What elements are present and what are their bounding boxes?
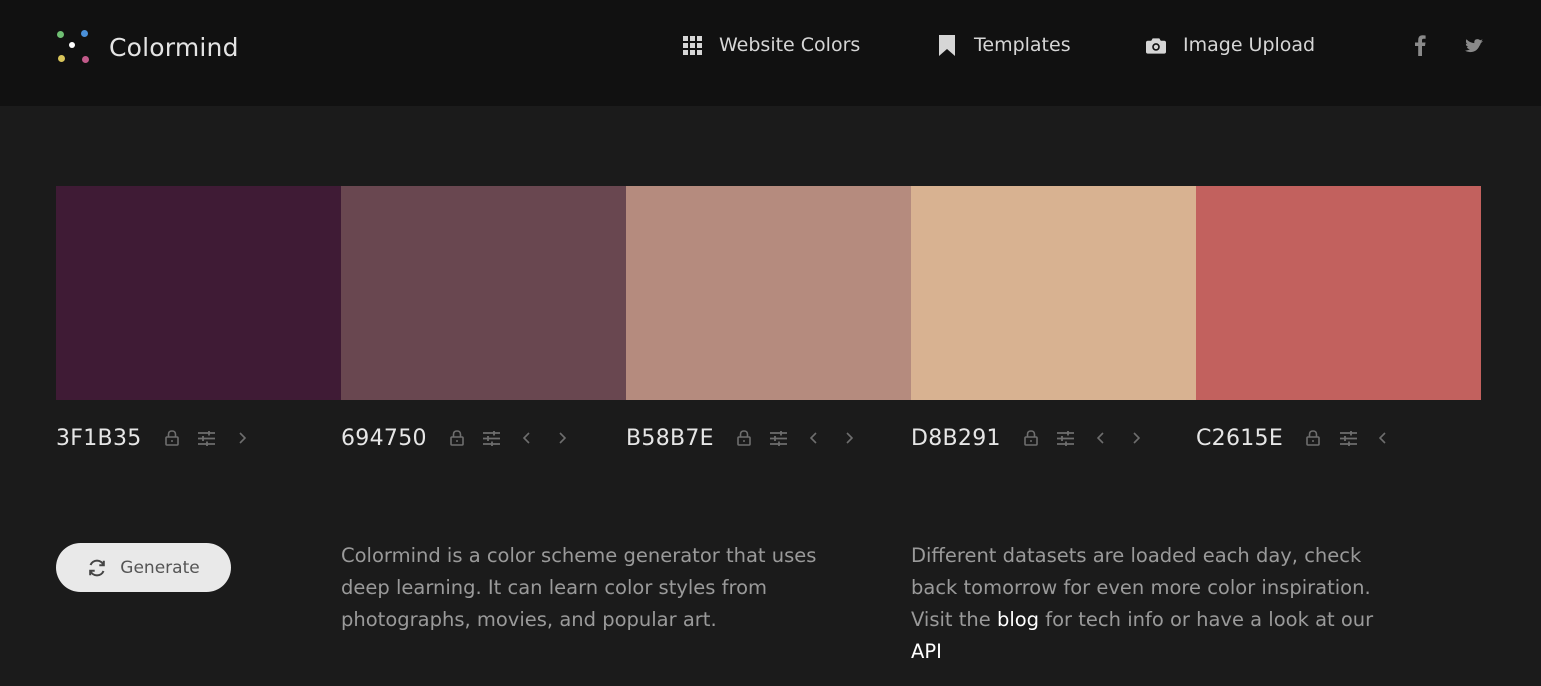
description-left: Colormind is a color scheme generator th… bbox=[341, 544, 817, 631]
adjust-sliders-icon[interactable] bbox=[198, 429, 216, 447]
swatch-controls: 694750 bbox=[341, 424, 588, 452]
nav-website-colors[interactable]: Website Colors bbox=[682, 34, 860, 56]
color-palette bbox=[56, 186, 1481, 400]
adjust-sliders-icon[interactable] bbox=[483, 429, 501, 447]
swatch-controls: B58B7E bbox=[626, 424, 875, 452]
lock-icon[interactable] bbox=[735, 429, 753, 447]
adjust-sliders-icon[interactable] bbox=[1339, 429, 1357, 447]
api-link[interactable]: API bbox=[911, 640, 942, 663]
bookmark-icon bbox=[937, 34, 957, 56]
color-swatch[interactable] bbox=[626, 186, 911, 400]
swatch-controls: D8B291 bbox=[911, 424, 1162, 452]
chevron-left-icon[interactable] bbox=[805, 429, 823, 447]
swatch-controls: C2615E bbox=[1196, 424, 1409, 452]
chevron-left-icon[interactable] bbox=[1092, 429, 1110, 447]
lock-icon[interactable] bbox=[1304, 429, 1322, 447]
swatch-controls: 3F1B35 bbox=[56, 424, 268, 452]
hex-value[interactable]: D8B291 bbox=[911, 426, 1001, 451]
nav-templates-label: Templates bbox=[974, 34, 1071, 56]
nav-templates[interactable]: Templates bbox=[937, 34, 1071, 56]
facebook-link[interactable] bbox=[1409, 34, 1431, 56]
color-swatch[interactable] bbox=[56, 186, 341, 400]
facebook-icon bbox=[1415, 35, 1426, 56]
logo-text: Colormind bbox=[109, 32, 239, 62]
top-header: Colormind Website Colors Templates Image… bbox=[0, 0, 1541, 106]
twitter-icon bbox=[1464, 38, 1483, 52]
chevron-right-icon[interactable] bbox=[233, 429, 251, 447]
description-right: Different datasets are loaded each day, … bbox=[911, 540, 1401, 668]
colormind-logo-icon bbox=[54, 28, 92, 66]
nav-website-colors-label: Website Colors bbox=[719, 34, 861, 56]
refresh-icon bbox=[87, 558, 107, 578]
generate-button[interactable]: Generate bbox=[56, 543, 231, 592]
camera-icon bbox=[1146, 35, 1166, 55]
twitter-link[interactable] bbox=[1461, 34, 1483, 56]
chevron-right-icon[interactable] bbox=[840, 429, 858, 447]
hex-value[interactable]: 3F1B35 bbox=[56, 426, 142, 451]
color-swatch[interactable] bbox=[341, 186, 626, 400]
nav-image-upload-label: Image Upload bbox=[1183, 34, 1316, 56]
adjust-sliders-icon[interactable] bbox=[1057, 429, 1075, 447]
adjust-sliders-icon[interactable] bbox=[770, 429, 788, 447]
hex-value[interactable]: B58B7E bbox=[626, 426, 714, 451]
chevron-right-icon[interactable] bbox=[553, 429, 571, 447]
grid-icon bbox=[682, 35, 702, 55]
chevron-right-icon[interactable] bbox=[1127, 429, 1145, 447]
hex-value[interactable]: 694750 bbox=[341, 426, 427, 451]
lock-icon[interactable] bbox=[1022, 429, 1040, 447]
color-swatch[interactable] bbox=[911, 186, 1196, 400]
blog-link[interactable]: blog bbox=[997, 608, 1039, 631]
lock-icon[interactable] bbox=[448, 429, 466, 447]
color-swatch[interactable] bbox=[1196, 186, 1481, 400]
generate-button-label: Generate bbox=[120, 557, 200, 578]
chevron-left-icon[interactable] bbox=[1374, 429, 1392, 447]
lock-icon[interactable] bbox=[163, 429, 181, 447]
chevron-left-icon[interactable] bbox=[518, 429, 536, 447]
description-right-text-2: for tech info or have a look at our bbox=[1039, 608, 1374, 631]
logo[interactable]: Colormind bbox=[54, 28, 239, 66]
nav-image-upload[interactable]: Image Upload bbox=[1146, 34, 1315, 56]
hex-value[interactable]: C2615E bbox=[1196, 426, 1283, 451]
